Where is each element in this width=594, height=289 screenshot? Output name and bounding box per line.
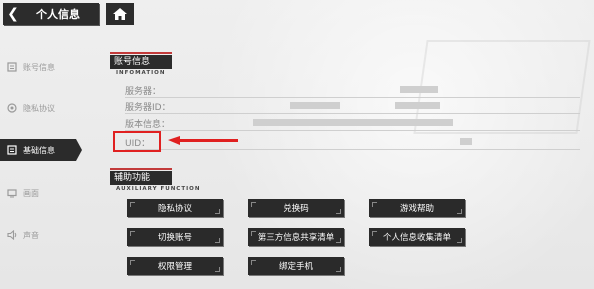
corner-decoration [336,238,341,243]
corner-decoration [457,209,462,214]
back-button[interactable]: ❮ 个人信息 [3,3,99,25]
third-party-sharing-list-button[interactable]: 第三方信息共享清单 [248,228,344,246]
home-button[interactable] [106,3,134,25]
corner-decoration [336,209,341,214]
button-label: 切换账号 [157,233,192,243]
chevron-left-icon: ❮ [7,6,19,22]
privacy-icon [6,102,18,114]
button-label: 兑换码 [283,204,309,214]
row-divider [125,97,580,98]
sidebar-item-display[interactable]: 画面 [0,182,78,204]
button-label: 第三方信息共享清单 [257,233,335,243]
sidebar-item-label: 账号信息 [23,62,55,72]
info-label: 服务器： [125,87,162,97]
redacted-value [290,102,340,109]
button-label: 隐私协议 [157,204,192,214]
corner-decoration [457,238,462,243]
row-divider [125,149,580,150]
corner-decoration [215,267,220,272]
personal-info-collection-list-button[interactable]: 个人信息收集清单 [369,228,465,246]
section-title: 辅助功能 [110,171,172,185]
redacted-value [395,102,440,109]
corner-decoration [251,231,256,236]
button-label: 绑定手机 [278,262,313,272]
section-accent-bar [110,52,172,54]
info-row-server-id: 服务器ID： [125,100,580,114]
section-title: 账号信息 [110,55,172,69]
button-label: 权限管理 [157,262,192,272]
sidebar-item-account[interactable]: 账号信息 [0,56,78,78]
section-subtitle: INFOMATION [116,70,166,76]
info-icon [6,144,18,156]
corner-decoration [215,209,220,214]
red-arrow-annotation [168,136,238,145]
corner-decoration [251,202,256,207]
account-icon [6,61,18,73]
corner-decoration [336,267,341,272]
bind-phone-button[interactable]: 绑定手机 [248,257,344,275]
permission-management-button[interactable]: 权限管理 [127,257,223,275]
uid-highlight-box [113,131,161,152]
corner-decoration [372,231,377,236]
corner-decoration [372,202,377,207]
game-help-button[interactable]: 游戏帮助 [369,199,465,217]
home-icon [113,8,127,20]
button-label: 游戏帮助 [399,204,434,214]
sidebar-item-label: 声音 [23,230,39,240]
corner-decoration [130,260,135,265]
corner-decoration [251,260,256,265]
sidebar-item-sound[interactable]: 声音 [0,224,78,246]
info-label: 版本信息： [125,120,171,130]
row-divider [125,113,580,114]
redacted-value [460,138,472,145]
sidebar-item-basic-info[interactable]: 基础信息 [0,139,82,161]
redacted-value [253,119,453,126]
privacy-agreement-button[interactable]: 隐私协议 [127,199,223,217]
switch-account-button[interactable]: 切换账号 [127,228,223,246]
info-row-version: 版本信息： [125,117,580,131]
corner-decoration [215,238,220,243]
info-row-server: 服务器： [125,84,580,98]
section-accent-bar [110,168,172,170]
sidebar-item-label: 画面 [23,188,39,198]
row-divider [125,130,580,131]
corner-decoration [130,231,135,236]
section-subtitle: AUXILIARY FUNCTION [116,186,201,192]
redacted-value [400,86,438,93]
sidebar-item-privacy[interactable]: 隐私协议 [0,97,78,119]
display-icon [6,187,18,199]
speaker-icon [6,229,18,241]
redeem-code-button[interactable]: 兑换码 [248,199,344,217]
corner-decoration [130,202,135,207]
button-label: 个人信息收集清单 [382,233,451,243]
sidebar-item-label: 隐私协议 [23,103,55,113]
page-title: 个人信息 [36,8,80,21]
sidebar-item-label: 基础信息 [23,145,55,155]
info-label: 服务器ID： [125,103,171,113]
